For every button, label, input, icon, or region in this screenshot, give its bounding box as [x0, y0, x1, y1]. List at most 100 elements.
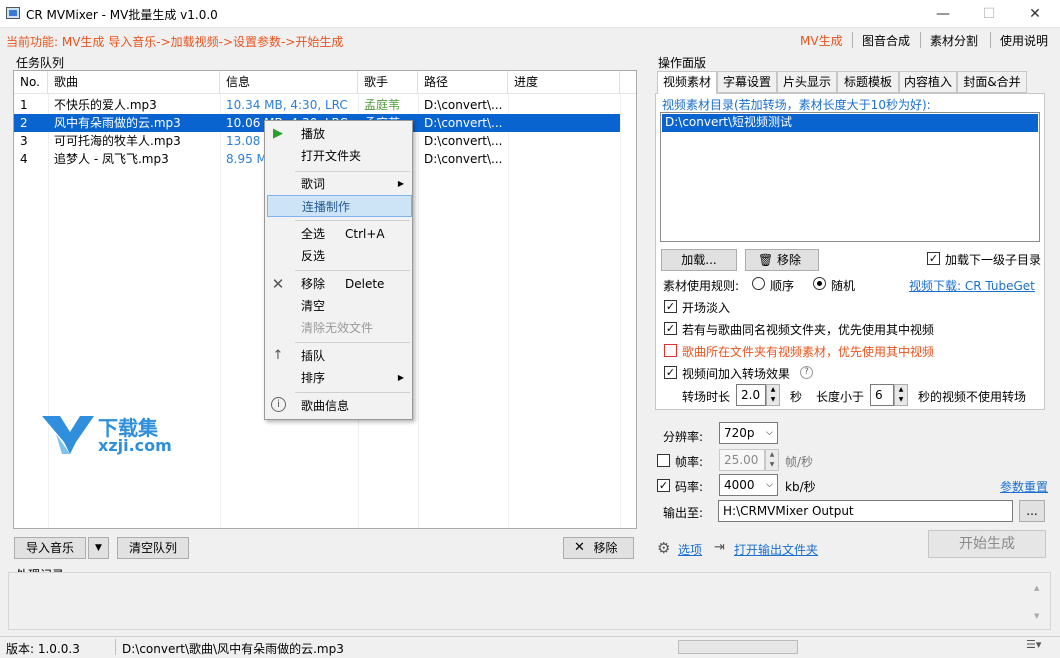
- clear-queue-button[interactable]: 清空队列: [117, 537, 189, 559]
- same-name-label: 若有与歌曲同名视频文件夹，优先使用其中视频: [682, 323, 935, 337]
- progress-bar: [678, 640, 798, 654]
- cell-path: D:\convert\...: [424, 134, 503, 148]
- col-header-info[interactable]: 信息: [220, 71, 358, 93]
- menu-item-play[interactable]: 播放: [267, 123, 412, 145]
- reset-params-link[interactable]: 参数重置: [1000, 478, 1048, 495]
- start-generate-button[interactable]: 开始生成: [928, 530, 1046, 558]
- import-music-button[interactable]: 导入音乐: [14, 537, 86, 559]
- tab-content-insert[interactable]: 内容植入: [899, 71, 957, 93]
- col-header-singer[interactable]: 歌手: [358, 71, 418, 93]
- output-path-input[interactable]: H:\CRMVMixer Output: [718, 500, 1013, 522]
- menu-item-remove[interactable]: 移除 Delete: [267, 273, 412, 295]
- log-area[interactable]: [8, 572, 1051, 630]
- col-header-song[interactable]: 歌曲: [48, 71, 220, 93]
- scroll-down-icon[interactable]: ▼: [1034, 612, 1039, 620]
- operation-panel-label: 操作面版: [658, 56, 707, 70]
- menu-item-label: 移除: [301, 277, 326, 291]
- scroll-up-icon[interactable]: ▲: [1034, 584, 1039, 592]
- material-dir-list[interactable]: D:\convert\短视频测试: [660, 112, 1040, 242]
- col-header-path[interactable]: 路径: [418, 71, 508, 93]
- rule-sequential-label: 顺序: [770, 279, 795, 293]
- nav-material-split[interactable]: 素材分割: [930, 32, 978, 49]
- download-link[interactable]: 视频下载: CR TubeGet: [909, 277, 1035, 294]
- fade-in-checkbox[interactable]: ✓: [664, 300, 677, 313]
- nav-mv-generate[interactable]: MV生成: [800, 32, 843, 49]
- tab-intro[interactable]: 片头显示: [777, 71, 837, 93]
- col-header-progress[interactable]: 进度: [508, 71, 620, 93]
- menu-item-invert[interactable]: 反选: [267, 245, 412, 267]
- close-button[interactable]: ✕: [1012, 0, 1058, 28]
- length-less-input[interactable]: 6: [870, 384, 894, 406]
- list-item[interactable]: D:\convert\短视频测试: [662, 114, 1038, 132]
- tab-cover-merge[interactable]: 封面&合并: [957, 71, 1027, 93]
- load-material-button[interactable]: 加载...: [661, 249, 737, 271]
- cell-no: 2: [20, 116, 28, 130]
- seconds-label: 秒: [790, 390, 803, 404]
- same-name-checkbox[interactable]: ✓: [664, 322, 677, 335]
- same-folder-checkbox[interactable]: [664, 344, 677, 357]
- menu-item-label: 清空: [301, 299, 326, 313]
- transition-duration-spinner[interactable]: ▲ ▼: [766, 384, 780, 406]
- bitrate-checkbox[interactable]: ✓: [657, 479, 670, 492]
- menu-shortcut: Delete: [345, 277, 385, 291]
- resolution-label: 分辨率:: [663, 430, 704, 444]
- current-file-label: D:\convert\歌曲\风中有朵雨做的云.mp3: [122, 642, 344, 656]
- fps-unit: 帧/秒: [785, 455, 814, 469]
- nav-help[interactable]: 使用说明: [1000, 32, 1048, 49]
- window-title: CR MVMixer - MV批量生成 v1.0.0: [26, 8, 218, 22]
- help-icon[interactable]: ?: [800, 366, 813, 379]
- nav-image-audio[interactable]: 图音合成: [862, 32, 910, 49]
- menu-item-continuous[interactable]: 连播制作: [267, 195, 412, 217]
- menu-separator: [295, 171, 410, 172]
- cell-no: 1: [20, 98, 28, 112]
- menu-item-clear[interactable]: 清空: [267, 295, 412, 317]
- fps-spinner[interactable]: ▲ ▼: [765, 449, 779, 471]
- chevron-down-icon: ▼: [95, 543, 102, 553]
- resolution-select[interactable]: 720p ⌵: [719, 422, 778, 444]
- menu-icon[interactable]: ☰▾: [1026, 638, 1054, 656]
- folder-open-icon: ⇥: [714, 540, 725, 555]
- bitrate-label: 码率:: [675, 480, 704, 494]
- options-link[interactable]: 选项: [678, 541, 702, 558]
- menu-item-insert[interactable]: 插队: [267, 345, 412, 367]
- material-dir-label: 视频素材目录(若加转场，素材长度大于10秒为好):: [662, 98, 931, 112]
- menu-item-label: 排序: [301, 371, 326, 385]
- chevron-down-icon: ⌵: [766, 428, 773, 438]
- menu-item-clear-invalid[interactable]: 清除无效文件: [267, 317, 412, 339]
- fps-input[interactable]: 25.00: [719, 449, 765, 471]
- app-icon: [6, 7, 20, 19]
- tab-title-template[interactable]: 标题模板: [837, 71, 899, 93]
- menu-item-open-folder[interactable]: 打开文件夹: [267, 145, 412, 167]
- browse-button[interactable]: ...: [1019, 500, 1045, 522]
- tab-subtitle[interactable]: 字幕设置: [717, 71, 777, 93]
- maximize-button[interactable]: ☐: [966, 0, 1012, 28]
- fps-checkbox[interactable]: [657, 454, 670, 467]
- transition-checkbox[interactable]: ✓: [664, 366, 677, 379]
- length-less-spinner[interactable]: ▲ ▼: [894, 384, 908, 406]
- remove-task-button[interactable]: ✕ 移除: [563, 537, 634, 559]
- col-header-no[interactable]: No.: [14, 71, 48, 93]
- menu-item-label: 全选: [301, 227, 326, 241]
- bitrate-select[interactable]: 4000 ⌵: [719, 474, 778, 496]
- menu-item-sort[interactable]: 排序 ▶: [267, 367, 412, 389]
- table-row[interactable]: 1 不快乐的爱人.mp3 10.34 MB, 4:30, LRC 孟庭苇 D:\…: [14, 96, 620, 114]
- menu-item-select-all[interactable]: 全选 Ctrl+A: [267, 223, 412, 245]
- minimize-button[interactable]: —: [920, 0, 966, 28]
- open-output-link[interactable]: 打开输出文件夹: [734, 541, 818, 558]
- transition-duration-input[interactable]: 2.0: [736, 384, 766, 406]
- load-subdir-checkbox[interactable]: ✓: [927, 252, 940, 265]
- cell-song: 风中有朵雨做的云.mp3: [54, 116, 181, 130]
- remove-label: 移除: [593, 541, 618, 555]
- menu-item-lyrics[interactable]: 歌词 ▶: [267, 173, 412, 195]
- menu-item-label: 歌曲信息: [301, 399, 350, 413]
- menu-shortcut: Ctrl+A: [345, 227, 385, 241]
- menu-item-song-info[interactable]: 歌曲信息: [267, 395, 412, 417]
- grid-line: [620, 94, 621, 528]
- rule-random-radio[interactable]: [813, 277, 826, 290]
- remove-material-button[interactable]: 🗑 移除: [745, 249, 819, 271]
- cell-no: 4: [20, 152, 28, 166]
- import-dropdown-button[interactable]: ▼: [88, 537, 109, 559]
- task-queue-label: 任务队列: [16, 56, 65, 70]
- tab-video-material[interactable]: 视频素材: [657, 71, 717, 94]
- rule-sequential-radio[interactable]: [752, 277, 765, 290]
